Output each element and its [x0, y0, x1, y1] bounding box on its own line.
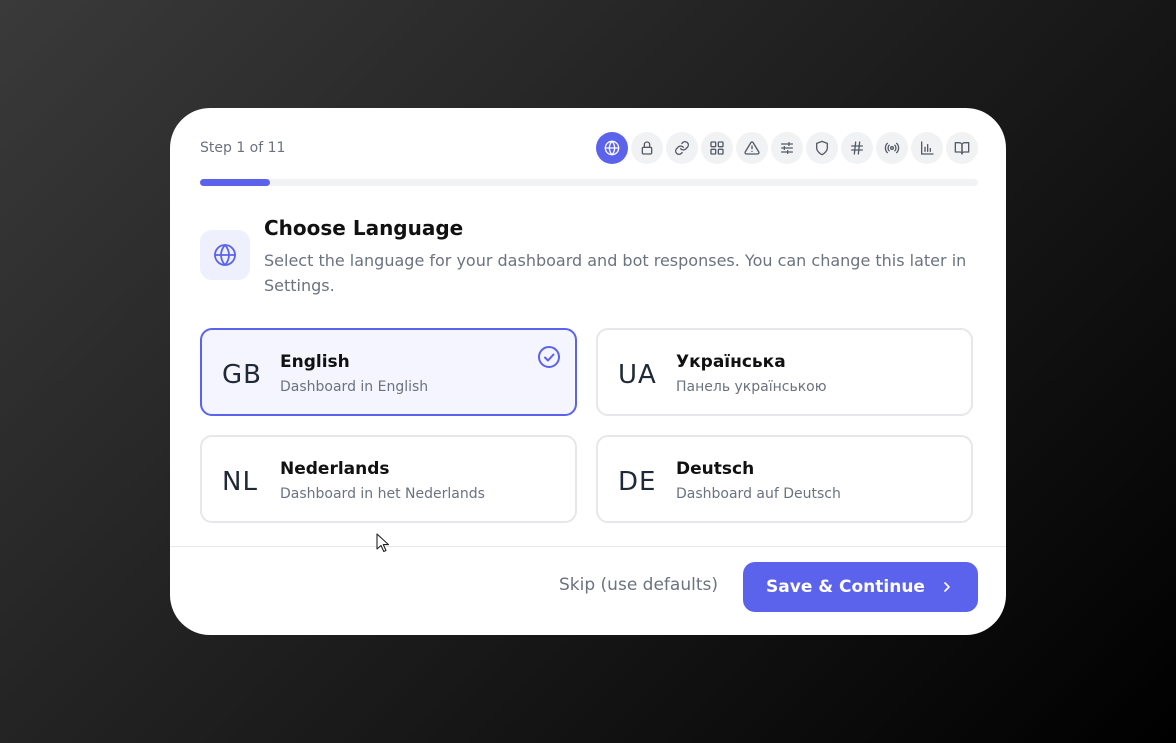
- step-chart-icon[interactable]: [911, 132, 943, 164]
- language-description: Панель українською: [676, 379, 827, 395]
- language-description: Dashboard in English: [280, 379, 429, 395]
- language-description: Dashboard auf Deutsch: [676, 486, 841, 502]
- onboarding-modal: Step 1 of 11 Choose Language Select the …: [170, 108, 1006, 635]
- mouse-cursor-icon: [376, 533, 390, 553]
- language-code: UA: [618, 360, 657, 390]
- language-name: Deutsch: [676, 459, 755, 479]
- progress-bar: [200, 179, 978, 186]
- step-indicator: [596, 132, 978, 164]
- save-continue-button[interactable]: Save & Continue: [743, 562, 978, 612]
- step-warning-icon[interactable]: [736, 132, 768, 164]
- step-lock-icon[interactable]: [631, 132, 663, 164]
- step-shield-icon[interactable]: [806, 132, 838, 164]
- language-code: GB: [222, 360, 262, 390]
- step-book-icon[interactable]: [946, 132, 978, 164]
- step-counter: Step 1 of 11: [200, 140, 286, 156]
- step-broadcast-icon[interactable]: [876, 132, 908, 164]
- language-name: English: [280, 352, 350, 372]
- language-name: Українська: [676, 352, 786, 372]
- language-code: NL: [222, 467, 258, 497]
- language-name: Nederlands: [280, 459, 390, 479]
- step-language-icon[interactable]: [596, 132, 628, 164]
- save-button-label: Save & Continue: [766, 577, 925, 597]
- globe-icon: [200, 230, 250, 280]
- language-option-english[interactable]: GB English Dashboard in English: [200, 328, 577, 416]
- page-title: Choose Language: [264, 216, 464, 240]
- step-link-icon[interactable]: [666, 132, 698, 164]
- footer-divider: [170, 546, 1006, 547]
- language-code: DE: [618, 467, 657, 497]
- page-subtitle: Select the language for your dashboard a…: [264, 251, 967, 295]
- language-option-dutch[interactable]: NL Nederlands Dashboard in het Nederland…: [200, 435, 577, 523]
- chevron-right-icon: [944, 582, 950, 592]
- language-option-ukrainian[interactable]: UA Українська Панель українською: [596, 328, 973, 416]
- step-grid-icon[interactable]: [701, 132, 733, 164]
- language-option-german[interactable]: DE Deutsch Dashboard auf Deutsch: [596, 435, 973, 523]
- language-description: Dashboard in het Nederlands: [280, 486, 485, 502]
- skip-button[interactable]: Skip (use defaults): [559, 575, 718, 595]
- step-hash-icon[interactable]: [841, 132, 873, 164]
- check-circle-icon: [537, 345, 561, 369]
- step-sliders-icon[interactable]: [771, 132, 803, 164]
- progress-fill: [200, 179, 271, 186]
